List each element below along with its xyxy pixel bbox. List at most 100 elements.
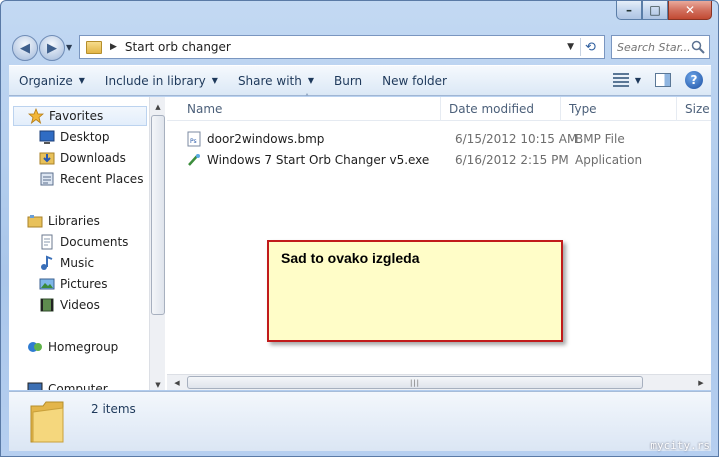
svg-text:Ps: Ps	[190, 138, 197, 145]
minimize-button[interactable]: –	[616, 1, 642, 20]
nav-desktop[interactable]: Desktop	[39, 127, 110, 147]
annotation-note: Sad to ovako izgleda	[267, 240, 563, 342]
scroll-up-icon[interactable]: ▲	[150, 99, 165, 115]
address-dropdown-icon[interactable]: ▼	[567, 42, 574, 52]
command-bar: Organize ▼ Include in library ▼ Share with…	[9, 65, 711, 96]
table-row[interactable]: Windows 7 Start Orb Changer v5.exe 6/16/…	[167, 149, 687, 170]
nav-label: Videos	[60, 298, 100, 312]
close-button[interactable]: ✕	[668, 1, 712, 20]
folder-icon	[86, 40, 102, 54]
close-icon: ✕	[684, 3, 696, 17]
file-name-cell[interactable]: Ps door2windows.bmp	[187, 128, 324, 149]
pictures-icon	[39, 278, 55, 290]
column-type[interactable]: Type	[561, 97, 677, 121]
nav-label: Recent Places	[60, 172, 144, 186]
breadcrumb-separator[interactable]: ▶	[110, 42, 117, 52]
nav-pictures[interactable]: Pictures	[39, 274, 108, 294]
chevron-down-icon: ▼	[78, 76, 85, 85]
column-size[interactable]: Size	[677, 97, 711, 121]
nav-label: Downloads	[60, 151, 126, 165]
include-in-library-button[interactable]: Include in library ▼	[95, 74, 228, 88]
nav-label: Favorites	[49, 109, 104, 123]
documents-icon	[41, 234, 53, 250]
folder-icon	[30, 401, 64, 443]
back-arrow-icon: ◀	[20, 40, 30, 56]
desktop-icon	[39, 130, 55, 144]
refresh-button[interactable]: ⟲	[580, 38, 600, 56]
nav-computer[interactable]: Computer	[27, 379, 108, 390]
column-label: Name	[187, 102, 223, 116]
nav-homegroup[interactable]: Homegroup	[27, 337, 118, 357]
share-with-button[interactable]: Share with ▼	[228, 74, 324, 88]
forward-button[interactable]: ▶	[39, 35, 65, 61]
file-name: door2windows.bmp	[207, 131, 325, 146]
minimize-icon: –	[626, 3, 632, 17]
music-icon	[41, 255, 53, 270]
chevron-down-icon: ▼	[211, 76, 218, 85]
nav-music[interactable]: Music	[39, 253, 94, 273]
include-in-library-label: Include in library	[104, 73, 206, 88]
horizontal-scrollbar[interactable]: ◀ ||| ▶	[167, 374, 711, 390]
new-folder-label: New folder	[382, 73, 447, 88]
nav-label: Computer	[48, 382, 108, 390]
back-button[interactable]: ◀	[12, 35, 38, 61]
scroll-down-icon[interactable]: ▼	[150, 377, 165, 390]
help-icon[interactable]: ?	[685, 71, 703, 89]
nav-documents[interactable]: Documents	[39, 232, 128, 252]
nav-pane-scrollbar[interactable]: ▲ ▼	[149, 97, 165, 390]
recent-places-icon	[40, 172, 54, 186]
recent-pages-dropdown[interactable]: ▼	[66, 43, 72, 52]
view-controls: ▼ ?	[612, 71, 703, 89]
breadcrumb-current[interactable]: Start orb changer	[125, 40, 231, 54]
table-row[interactable]: Ps door2windows.bmp 6/15/2012 10:15 AM B…	[167, 128, 687, 149]
column-label: Date modified	[449, 102, 535, 116]
burn-button[interactable]: Burn	[324, 74, 372, 88]
chevron-down-icon: ▼	[307, 76, 314, 85]
nav-label: Pictures	[60, 277, 108, 291]
libraries-icon	[27, 215, 43, 228]
bmp-file-icon: Ps	[187, 131, 201, 146]
column-header-row: ˄ Name Date modified Type Size	[167, 93, 711, 121]
homegroup-icon	[28, 342, 42, 352]
item-count: 2 items	[91, 402, 136, 416]
organize-label: Organize	[19, 73, 73, 88]
navigation-pane: Favorites Desktop Downloads Recent Place…	[9, 97, 165, 390]
column-label: Type	[569, 102, 597, 116]
computer-icon	[27, 382, 43, 390]
nav-label: Documents	[60, 235, 129, 249]
scroll-right-icon[interactable]: ▶	[693, 375, 709, 391]
share-with-label: Share with	[237, 73, 302, 88]
new-folder-button[interactable]: New folder	[372, 74, 457, 88]
address-bar[interactable]: ▶ Start orb changer ▼ ⟲	[79, 35, 605, 59]
nav-downloads[interactable]: Downloads	[39, 148, 126, 168]
nav-libraries[interactable]: Libraries	[27, 211, 100, 231]
explorer-window: – □ ✕ ◀ ▶ ▼ ▶ Start orb changer ▼ ⟲ Orga…	[0, 0, 719, 457]
maximize-button[interactable]: □	[642, 1, 668, 20]
refresh-icon: ⟲	[585, 39, 596, 55]
nav-recent-places[interactable]: Recent Places	[39, 169, 143, 189]
annotation-text: Sad to ovako izgleda	[281, 250, 420, 266]
column-name[interactable]: Name	[179, 97, 441, 121]
downloads-icon	[39, 152, 55, 165]
search-box[interactable]	[611, 35, 710, 59]
chevron-down-icon: ▼	[634, 75, 641, 85]
scrollbar-thumb[interactable]	[151, 115, 165, 315]
organize-button[interactable]: Organize ▼	[9, 74, 95, 88]
file-type: BMP File	[575, 131, 625, 146]
column-date-modified[interactable]: Date modified	[441, 97, 561, 121]
nav-videos[interactable]: Videos	[39, 295, 100, 315]
scroll-left-icon[interactable]: ◀	[169, 375, 185, 391]
search-icon	[691, 40, 705, 54]
search-input[interactable]	[617, 40, 693, 54]
nav-favorites[interactable]: Favorites	[13, 106, 147, 126]
forward-arrow-icon: ▶	[47, 40, 57, 56]
column-label: Size	[685, 102, 710, 116]
star-icon	[28, 108, 44, 124]
file-date: 6/16/2012 2:15 PM	[455, 152, 569, 167]
file-name-cell[interactable]: Windows 7 Start Orb Changer v5.exe	[187, 149, 429, 170]
preview-pane-icon[interactable]	[655, 73, 671, 87]
change-view-button[interactable]: ▼	[612, 73, 641, 87]
maximize-icon: □	[649, 3, 661, 17]
scrollbar-thumb[interactable]: |||	[187, 376, 643, 389]
videos-icon	[40, 298, 54, 312]
